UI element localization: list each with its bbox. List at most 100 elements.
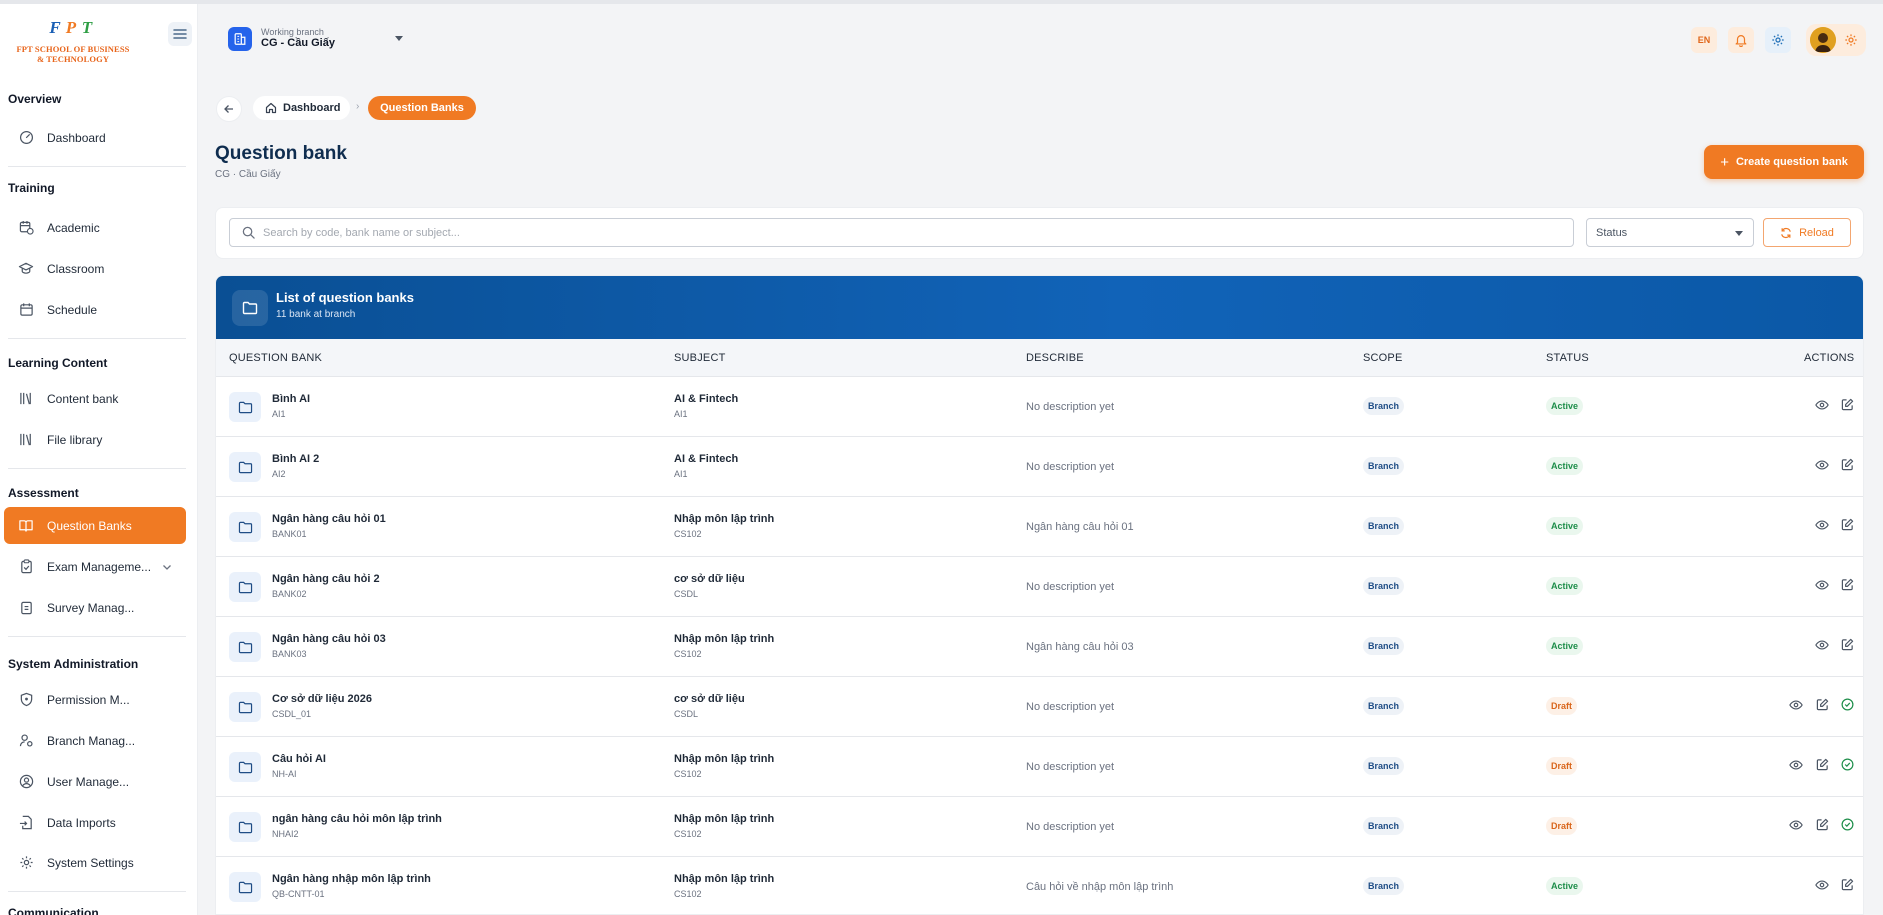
table-row[interactable]: Ngân hàng câu hỏi 01 BANK01 Nhập môn lập t… (216, 497, 1863, 557)
bank-name: Ngân hàng câu hỏi 01 (272, 513, 386, 525)
sidebar-item-survey-management[interactable]: Survey Manag... (4, 589, 186, 626)
subject-name: AI & Fintech (674, 453, 739, 465)
sidebar-item-question-banks[interactable]: Question Banks (4, 507, 186, 544)
bank-description: Ngân hàng câu hỏi 03 (1026, 641, 1134, 653)
language-button[interactable]: EN (1691, 27, 1717, 53)
section-title-system-administration: System Administration (8, 657, 139, 671)
logo-line-1: FPT SCHOOL OF BUSINESS (16, 44, 130, 54)
sidebar-item-academic[interactable]: Academic (4, 209, 186, 246)
graduation-cap-icon (18, 261, 34, 277)
edit-button[interactable] (1839, 398, 1855, 415)
sidebar-item-user-management[interactable]: User Manage... (4, 763, 186, 800)
table-row[interactable]: Bình AI AI1 AI & Fintech AI1 No description … (216, 377, 1863, 437)
menu-toggle-button[interactable] (168, 22, 192, 46)
publish-button[interactable] (1839, 818, 1855, 835)
user-menu[interactable] (1806, 24, 1866, 56)
view-button[interactable] (1788, 759, 1804, 775)
users-cog-icon (18, 733, 34, 749)
view-button[interactable] (1814, 459, 1830, 475)
table-row[interactable]: ngân hàng câu hỏi môn lập trình NHAI2 Nhập… (216, 797, 1863, 857)
sidebar-item-system-settings[interactable]: System Settings (4, 844, 186, 881)
edit-button[interactable] (1814, 818, 1830, 835)
fpt-logo[interactable]: F P T FPT SCHOOL OF BUSINESS & TECHNOLOG… (8, 18, 138, 68)
sidebar-item-schedule[interactable]: Schedule (4, 291, 186, 328)
view-button[interactable] (1814, 639, 1830, 655)
calendar-clock-icon (18, 220, 34, 236)
subject-code: AI1 (674, 469, 688, 479)
view-button[interactable] (1814, 579, 1830, 595)
table-row[interactable]: Câu hỏi AI NH-AI Nhập môn lập trình CS102 No… (216, 737, 1863, 797)
publish-button[interactable] (1839, 758, 1855, 775)
subject-code: CS102 (674, 829, 702, 839)
search-box[interactable] (229, 218, 1574, 247)
table-row[interactable]: Ngân hàng câu hỏi 2 BANK02 cơ sở dữ liệu CS… (216, 557, 1863, 617)
logo-text: FPT SCHOOL OF BUSINESS & TECHNOLOGY (8, 44, 138, 64)
edit-button[interactable] (1839, 458, 1855, 475)
avatar[interactable] (1810, 27, 1836, 53)
sidebar-item-content-bank[interactable]: Content bank (4, 380, 186, 417)
eye-icon (1815, 398, 1829, 416)
create-button-label: Create question bank (1735, 156, 1848, 168)
sidebar-item-classroom[interactable]: Classroom (4, 250, 186, 287)
table-row[interactable]: Cơ sở dữ liệu 2026 CSDL_01 cơ sở dữ liệu CS… (216, 677, 1863, 737)
breadcrumb-dashboard[interactable]: Dashboard (253, 96, 350, 120)
breadcrumb-current: Question Banks (368, 96, 476, 120)
sidebar-item-label: Dashboard (47, 130, 106, 145)
status-badge: Draft (1546, 697, 1578, 715)
edit-button[interactable] (1839, 578, 1855, 596)
subject-name: cơ sở dữ liệu (674, 573, 745, 585)
back-button[interactable] (216, 96, 242, 122)
create-question-bank-button[interactable]: + Create question bank (1704, 145, 1864, 179)
subject-name: cơ sở dữ liệu (674, 693, 745, 705)
library-icon (18, 391, 34, 407)
sidebar-item-branch-management[interactable]: Branch Manag... (4, 722, 186, 759)
edit-button[interactable] (1839, 518, 1855, 535)
building-icon (228, 27, 252, 51)
bank-code: AI1 (272, 409, 286, 419)
search-icon (242, 226, 255, 239)
view-button[interactable] (1814, 519, 1830, 535)
publish-button[interactable] (1839, 698, 1855, 715)
edit-button[interactable] (1839, 638, 1855, 655)
sidebar-item-file-library[interactable]: File library (4, 421, 186, 458)
list-header: List of question banks 11 bank at branch (216, 276, 1863, 339)
bank-description: No description yet (1026, 821, 1115, 833)
calendar-icon (18, 302, 34, 318)
sidebar-divider (8, 166, 186, 167)
sidebar-item-data-imports[interactable]: Data Imports (4, 804, 186, 841)
gear-icon (18, 855, 34, 871)
column-header-status: STATUS (1546, 352, 1589, 364)
eye-icon (1789, 818, 1803, 836)
sidebar-item-label: Schedule (47, 302, 98, 317)
search-input[interactable] (263, 226, 1553, 239)
folder-icon (229, 872, 261, 902)
status-badge: Active (1546, 637, 1584, 655)
branch-selector[interactable]: Working branch CG - Cầu Giấy (219, 21, 417, 58)
settings-button[interactable] (1765, 27, 1791, 53)
table-row[interactable]: Ngân hàng nhập môn lập trình QB-CNTT-01 Nh… (216, 857, 1863, 914)
reload-button[interactable]: Reload (1763, 218, 1851, 247)
edit-button[interactable] (1814, 758, 1830, 775)
sidebar: F P T FPT SCHOOL OF BUSINESS & TECHNOLOG… (0, 4, 198, 915)
view-button[interactable] (1814, 879, 1830, 895)
bank-code: BANK01 (272, 529, 307, 539)
edit-icon (1841, 578, 1854, 596)
eye-icon (1815, 578, 1829, 596)
bank-description: No description yet (1026, 401, 1115, 413)
sidebar-item-dashboard[interactable]: Dashboard (4, 119, 186, 156)
subject-name: Nhập môn lập trình (674, 753, 775, 765)
status-select[interactable]: Status (1586, 218, 1754, 247)
view-button[interactable] (1814, 399, 1830, 415)
sidebar-item-permission-management[interactable]: Permission M... (4, 681, 186, 718)
notification-button[interactable] (1728, 27, 1754, 53)
edit-button[interactable] (1814, 698, 1830, 715)
list-subtitle: 11 bank at branch (276, 309, 356, 320)
view-button[interactable] (1788, 819, 1804, 835)
view-button[interactable] (1788, 699, 1804, 715)
chevron-down-icon[interactable] (162, 560, 172, 574)
sidebar-item-exam-management[interactable]: Exam Manageme... (4, 548, 186, 585)
edit-button[interactable] (1839, 878, 1855, 895)
table-row[interactable]: Ngân hàng câu hỏi 03 BANK03 Nhập môn lập t… (216, 617, 1863, 677)
subject-code: CSDL (674, 709, 699, 719)
table-row[interactable]: Bình AI 2 AI2 AI & Fintech AI1 No descriptio… (216, 437, 1863, 497)
